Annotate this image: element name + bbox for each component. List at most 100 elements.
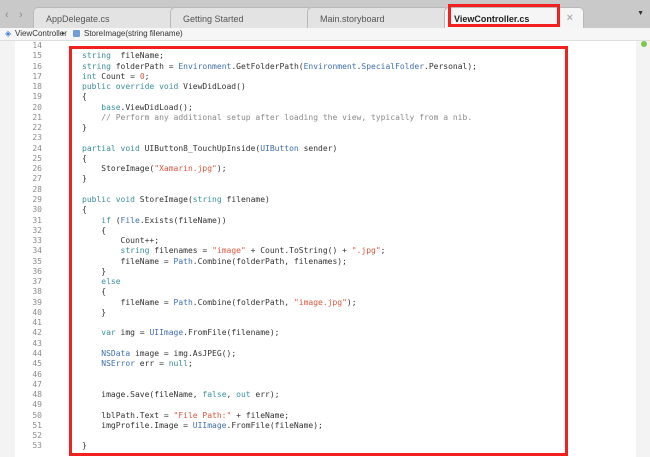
code-text: lblPath.Text = "File Path:" + fileName; xyxy=(82,411,289,421)
code-line[interactable]: 35 fileName = Path.Combine(folderPath, f… xyxy=(0,257,636,267)
line-number: 45 xyxy=(32,359,42,369)
tab-getting-started[interactable]: Getting Started xyxy=(170,7,312,28)
line-number: 27 xyxy=(32,174,42,184)
token: { xyxy=(82,153,87,163)
code-line[interactable]: 29 public void StoreImage(string filename… xyxy=(0,195,636,205)
code-line[interactable]: 25 { xyxy=(0,154,636,164)
line-number: 28 xyxy=(32,184,42,194)
token-str: "Xamarin.jpg" xyxy=(154,164,217,174)
token: { xyxy=(82,287,107,297)
code-line[interactable]: 31 if (File.Exists(fileName)) xyxy=(0,216,636,226)
token-ty: UIImage xyxy=(149,328,184,338)
code-line[interactable]: 16 string folderPath = Environment.GetFol… xyxy=(0,62,636,72)
line-number: 53 xyxy=(32,441,42,451)
code-editor[interactable]: 14 15 string fileName; 16 string folderPath … xyxy=(0,41,636,452)
code-line[interactable]: 43 xyxy=(0,339,636,349)
token: .Combine(folderPath, filenames); xyxy=(192,256,347,266)
token: ); xyxy=(216,164,227,174)
code-line[interactable]: 48 image.Save(fileName, false, out err); xyxy=(0,390,636,400)
code-text: string folderPath = Environment.GetFolde… xyxy=(82,62,477,72)
token-cm: // Perform any additional setup after lo… xyxy=(82,112,473,122)
code-line[interactable]: 23 xyxy=(0,133,636,143)
token: folderPath = xyxy=(110,61,179,71)
code-line[interactable]: 22} xyxy=(0,123,636,133)
code-line[interactable]: 38 { xyxy=(0,287,636,297)
token: filenames = xyxy=(149,246,213,256)
line-number: 23 xyxy=(32,133,42,143)
code-line[interactable]: 34 string filenames = "image" + Count.To… xyxy=(0,246,636,256)
line-number: 38 xyxy=(32,287,42,297)
tab-overflow-icon[interactable]: ▼ xyxy=(637,10,644,17)
code-text: // Perform any additional setup after lo… xyxy=(82,113,472,123)
tab-viewcontroller[interactable]: ViewController.cs × xyxy=(444,7,584,29)
code-line[interactable]: 15 string fileName; xyxy=(0,51,636,61)
token-kw: partial void xyxy=(82,143,140,153)
line-number: 42 xyxy=(32,328,42,338)
breadcrumb-method[interactable]: StoreImage(string filename) xyxy=(84,29,183,38)
line-number: 32 xyxy=(32,225,42,235)
tab-main-storyboard[interactable]: Main.storyboard xyxy=(307,7,449,28)
line-number: 25 xyxy=(32,153,42,163)
code-line[interactable]: 20 base.ViewDidLoad(); xyxy=(0,103,636,113)
code-line[interactable]: 24 partial void UIButton8_TouchUpInside(U… xyxy=(0,144,636,154)
code-line[interactable]: 27} xyxy=(0,174,636,184)
code-line[interactable]: 17 int Count = 0; xyxy=(0,72,636,82)
code-text: NSData image = img.AsJPEG(); xyxy=(82,349,236,359)
code-line[interactable]: 41 xyxy=(0,318,636,328)
code-line[interactable]: 39 fileName = Path.Combine(folderPath, "… xyxy=(0,298,636,308)
code-line[interactable]: 14 xyxy=(0,41,636,51)
code-line[interactable]: 45 NSError err = null; xyxy=(0,359,636,369)
token: UIButton8_TouchUpInside( xyxy=(139,143,261,153)
line-number: 29 xyxy=(32,194,42,204)
token-kw: int xyxy=(82,71,97,81)
code-line[interactable]: 46 xyxy=(0,370,636,380)
code-line[interactable]: 21 // Perform any additional setup after… xyxy=(0,113,636,123)
breadcrumb-class[interactable]: ViewController xyxy=(15,29,67,38)
token-kw: out xyxy=(236,390,251,400)
code-line[interactable]: 49 xyxy=(0,400,636,410)
code-line[interactable]: 47 xyxy=(0,380,636,390)
code-text: } xyxy=(82,308,106,318)
code-line[interactable]: 51 imgProfile.Image = UIImage.FromFile(f… xyxy=(0,421,636,431)
code-line[interactable]: 40 } xyxy=(0,308,636,318)
code-line[interactable]: 28 xyxy=(0,185,636,195)
code-line[interactable]: 33 Count++; xyxy=(0,236,636,246)
code-line[interactable]: 36 } xyxy=(0,267,636,277)
code-line[interactable]: 26 StoreImage("Xamarin.jpg"); xyxy=(0,164,636,174)
token: .ViewDidLoad(); xyxy=(120,102,193,112)
code-text: { xyxy=(82,287,106,297)
token-ty: UIButton xyxy=(260,143,299,153)
code-line[interactable]: 44 NSData image = img.AsJPEG(); xyxy=(0,349,636,359)
token: fileName; xyxy=(110,51,164,61)
token-kw: if xyxy=(101,215,111,225)
code-line[interactable]: 30 { xyxy=(0,205,636,215)
line-number: 52 xyxy=(32,431,42,441)
token-kw: base xyxy=(101,102,121,112)
code-text: partial void UIButton8_TouchUpInside(UIB… xyxy=(82,144,337,154)
line-number: 41 xyxy=(32,318,42,328)
forward-arrow-icon[interactable]: › xyxy=(19,9,23,21)
code-line[interactable]: 50 lblPath.Text = "File Path:" + fileNam… xyxy=(0,411,636,421)
token: err); xyxy=(250,390,280,400)
close-tab-icon[interactable]: × xyxy=(567,12,573,24)
code-text: else xyxy=(82,277,120,287)
overview-ruler[interactable] xyxy=(636,41,650,457)
code-line[interactable]: 18 public override void ViewDidLoad() xyxy=(0,82,636,92)
code-line[interactable]: 53} xyxy=(0,441,636,451)
line-number: 49 xyxy=(32,400,42,410)
token: ( xyxy=(110,215,121,225)
tab-appdelegate[interactable]: AppDelegate.cs xyxy=(33,7,175,28)
code-line[interactable]: 52 xyxy=(0,431,636,441)
code-line[interactable]: 37 else xyxy=(0,277,636,287)
code-line[interactable]: 32 { xyxy=(0,226,636,236)
code-line[interactable]: 19 { xyxy=(0,92,636,102)
breadcrumb-separator-icon: ▸ xyxy=(62,31,66,37)
code-line[interactable]: 42 var img = UIImage.FromFile(filename); xyxy=(0,328,636,338)
code-text: var img = UIImage.FromFile(filename); xyxy=(82,328,279,338)
token: err = xyxy=(134,359,169,369)
token-kw: null xyxy=(168,359,188,369)
tab-label: AppDelegate.cs xyxy=(46,14,110,24)
back-arrow-icon[interactable]: ‹ xyxy=(5,9,9,21)
tab-bar: ‹ › AppDelegate.cs Getting Started Main.… xyxy=(0,0,650,29)
